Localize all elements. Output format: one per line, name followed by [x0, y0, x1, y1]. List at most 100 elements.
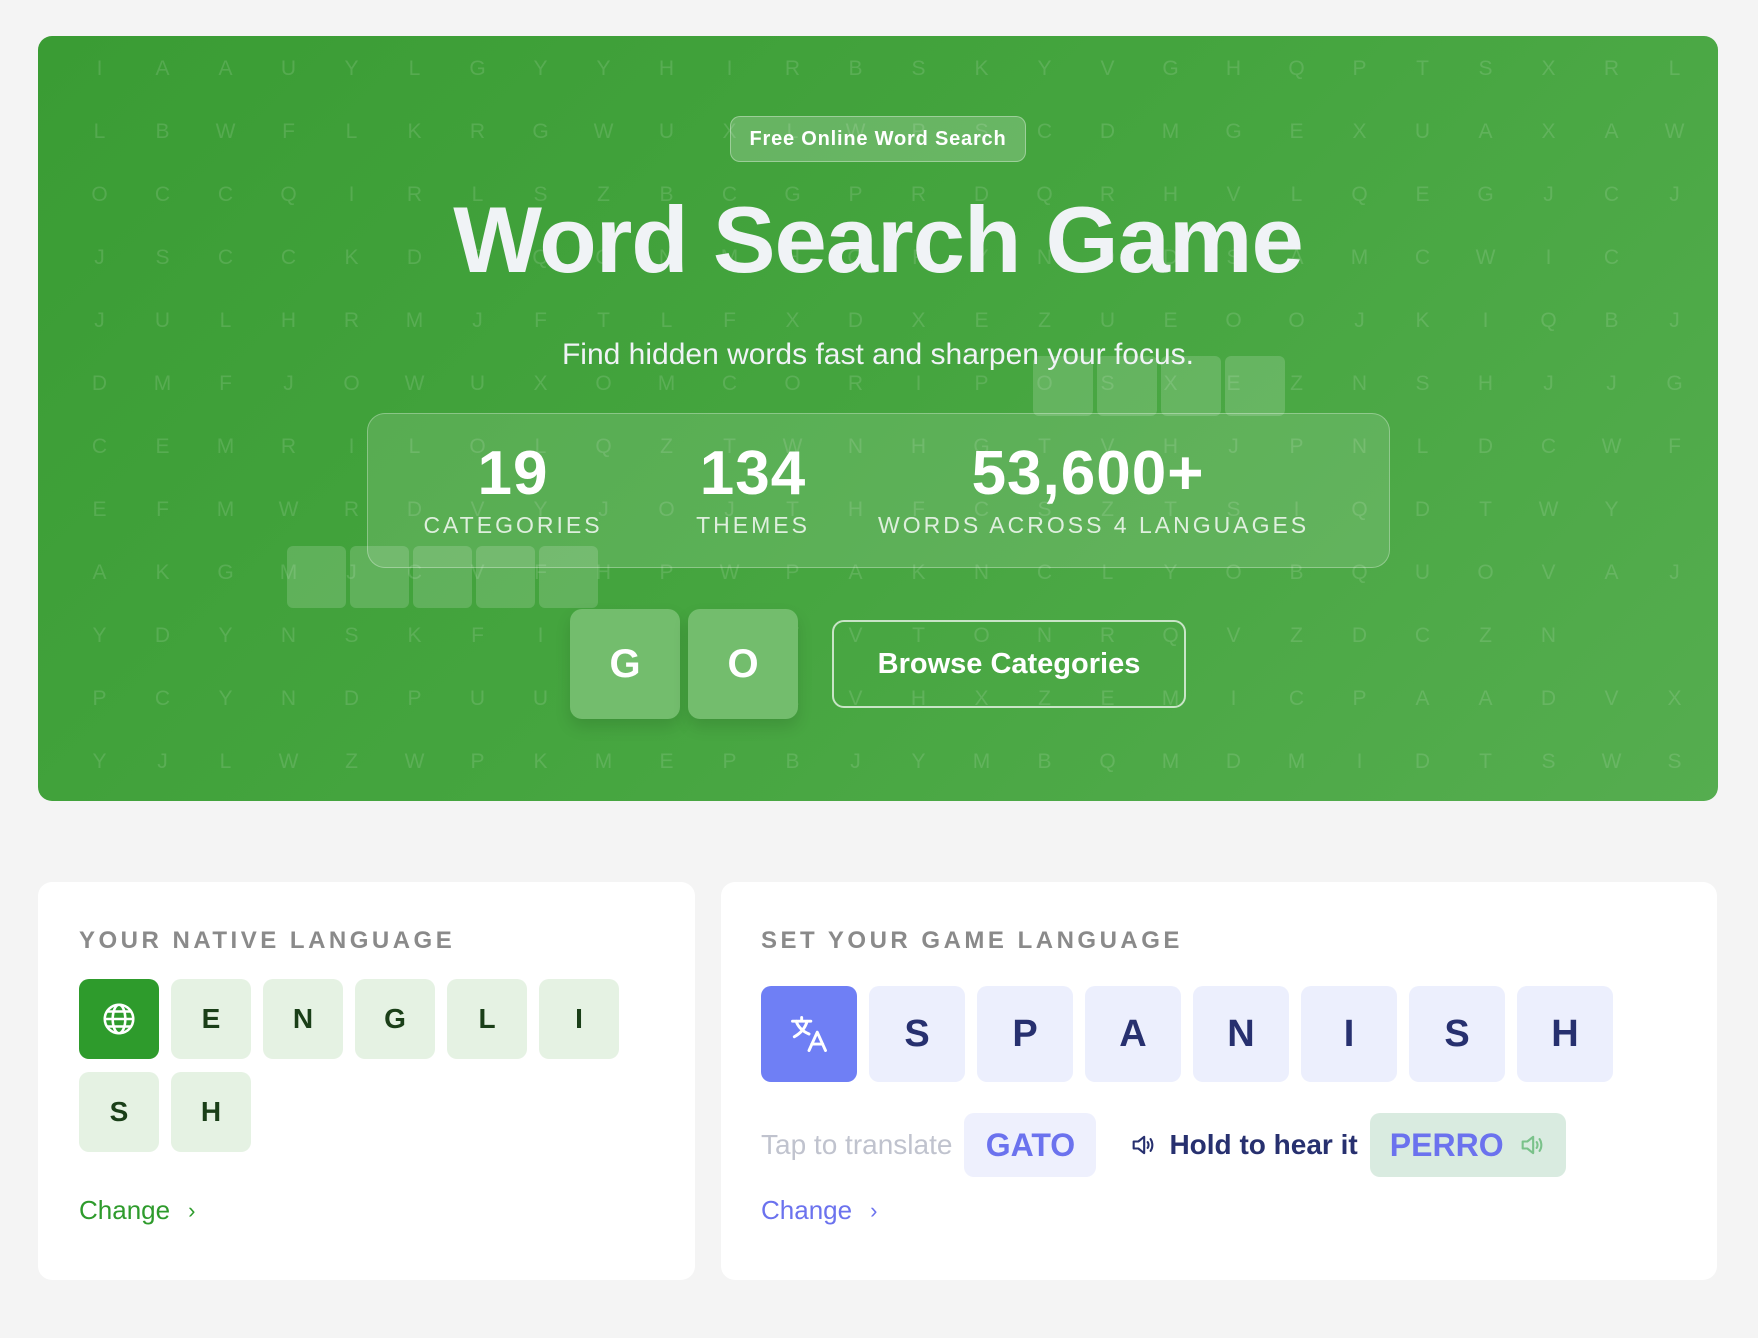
go-tile-g[interactable]: G [570, 609, 680, 719]
game-letter-tile: N [1193, 986, 1289, 1082]
grid-letter: A [1478, 120, 1493, 143]
stat-words: 53,600+ WORDS ACROSS 4 LANGUAGES [878, 442, 1306, 539]
translate-word-chip[interactable]: GATO [964, 1113, 1097, 1177]
grid-letter: J [1669, 561, 1680, 584]
grid-letter: V [1541, 561, 1556, 584]
letter-row: JULHRMJFTLFXDXEZUEOOJKIQBJ [68, 306, 1706, 336]
grid-letter: I [1230, 687, 1237, 710]
grid-letter: G [469, 57, 486, 80]
grid-letter: V [1706, 369, 1718, 399]
native-letter-tile: N [263, 979, 343, 1059]
grid-letter: A [155, 57, 170, 80]
ghost-tile [287, 546, 346, 608]
grid-letter: O [595, 372, 612, 395]
grid-letter: H [658, 57, 675, 80]
grid-letter: D [1414, 750, 1431, 773]
grid-letter: L [93, 120, 106, 143]
browse-categories-button[interactable]: Browse Categories [832, 620, 1186, 708]
grid-letter: T [597, 309, 610, 332]
native-letter-tile: G [355, 979, 435, 1059]
grid-letter: O [1477, 561, 1494, 584]
grid-letter: K [407, 624, 422, 647]
game-language-tiles[interactable]: S P A N I S H [761, 986, 1613, 1082]
stat-value: 19 [477, 439, 549, 508]
grid-letter: G [532, 120, 549, 143]
game-letter-tile: I [1301, 986, 1397, 1082]
tap-to-translate-text: Tap to translate [761, 1129, 953, 1160]
grid-letter: W [593, 120, 614, 143]
grid-letter: F [219, 372, 232, 395]
grid-letter: L [1668, 57, 1681, 80]
grid-letter: X [785, 309, 800, 332]
grid-letter: D [1477, 435, 1494, 458]
grid-letter: M [1287, 750, 1306, 773]
stat-categories: 19 CATEGORIES [423, 442, 603, 539]
grid-letter: X [533, 372, 548, 395]
letter-row: YDYNSKFIDGKYVTONRQVZDCZN [68, 621, 1580, 651]
page-title: Word Search Game [453, 187, 1303, 292]
grid-letter: S [1541, 750, 1556, 773]
grid-letter: Y [92, 750, 107, 773]
grid-letter: P [470, 750, 485, 773]
grid-letter: K [533, 750, 548, 773]
grid-letter: F [534, 309, 547, 332]
grid-letter: F [723, 309, 736, 332]
grid-letter: F [1668, 435, 1681, 458]
grid-letter: U [1099, 309, 1116, 332]
grid-letter: U [280, 57, 297, 80]
grid-letter: P [1352, 57, 1367, 80]
grid-letter: A [1478, 687, 1493, 710]
grid-letter: J [157, 750, 168, 773]
grid-letter: R [847, 372, 864, 395]
grid-letter: X [1667, 687, 1682, 710]
grid-letter: W [1601, 435, 1622, 458]
audio-word-chip[interactable]: PERRO [1369, 1113, 1566, 1177]
native-letter-tile: L [447, 979, 527, 1059]
grid-letter: S [911, 57, 926, 80]
grid-letter: R [343, 309, 360, 332]
grid-letter: L [1416, 435, 1429, 458]
grid-letter: A [92, 561, 107, 584]
grid-letter: W [404, 372, 425, 395]
grid-letter: U [469, 687, 486, 710]
grid-letter: W [404, 750, 425, 773]
stat-label: THEMES [696, 512, 810, 538]
change-label: Change [761, 1195, 853, 1225]
native-letter-tile: I [539, 979, 619, 1059]
grid-letter: Y [596, 57, 611, 80]
demo-row: Tap to translate GATO Hold to hear it PE… [761, 1113, 1566, 1177]
grid-letter: C [91, 435, 108, 458]
grid-letter: P [974, 372, 989, 395]
grid-letter: I [1482, 309, 1489, 332]
grid-letter: S [1415, 372, 1430, 395]
grid-letter: J [472, 309, 483, 332]
go-tile-o[interactable]: O [688, 609, 798, 719]
grid-letter: D [1540, 687, 1557, 710]
grid-letter: X [1352, 120, 1367, 143]
grid-letter: W [278, 498, 299, 521]
grid-letter: U [658, 120, 675, 143]
grid-letter: N [280, 624, 297, 647]
change-native-language-link[interactable]: Change › [79, 1195, 195, 1226]
grid-letter: A [1604, 561, 1619, 584]
grid-letter: W [1664, 120, 1685, 143]
grid-letter: K [407, 120, 422, 143]
grid-letter: E [659, 750, 674, 773]
native-letter-tile: H [171, 1072, 251, 1152]
grid-letter: O [343, 372, 360, 395]
grid-letter: Y [1604, 498, 1619, 521]
grid-letter: U [154, 309, 171, 332]
change-game-language-link[interactable]: Change › [761, 1195, 877, 1226]
letter-row: DMFJOWUXOMCORIPOSXEZNSHJJGV [68, 369, 1718, 399]
grid-letter: Y [218, 687, 233, 710]
grid-letter: S [1478, 57, 1493, 80]
grid-letter: U [469, 372, 486, 395]
grid-letter: A [1604, 120, 1619, 143]
grid-letter: B [1037, 750, 1052, 773]
native-language-tiles[interactable]: E N G L I S H [79, 979, 639, 1152]
grid-letter: Z [345, 750, 358, 773]
grid-letter: X [911, 309, 926, 332]
grid-letter: K [974, 57, 989, 80]
grid-letter: N [1540, 624, 1557, 647]
grid-letter: I [537, 624, 544, 647]
